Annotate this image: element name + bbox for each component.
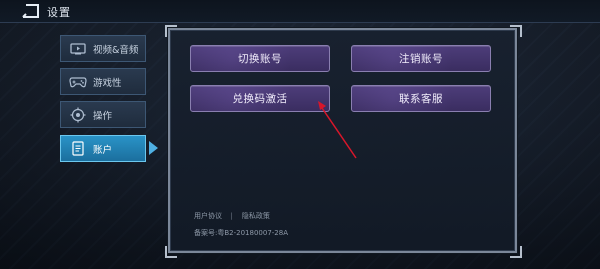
switch-account-button[interactable]: 切换账号: [190, 45, 330, 72]
contact-service-button[interactable]: 联系客服: [351, 85, 491, 112]
gamepad-icon: [69, 75, 87, 89]
panel-corner-decoration: [510, 25, 522, 37]
sidebar-item-gameplay[interactable]: 游戏性: [60, 68, 146, 95]
video-icon: [69, 42, 87, 56]
registration-number: 备案号:粤B2-20180007-28A: [194, 229, 288, 237]
sidebar-item-label: 操作: [93, 110, 113, 122]
target-icon: [69, 107, 87, 122]
footer-links: 用户协议 | 隐私政策: [194, 211, 276, 221]
back-arrow-icon[interactable]: [20, 3, 42, 19]
panel-corner-decoration: [165, 25, 177, 37]
sidebar-item-video-audio[interactable]: 视频&音频: [60, 35, 146, 62]
footer-separator: |: [230, 212, 233, 220]
active-tab-indicator-icon: [149, 141, 158, 155]
sidebar-item-label: 视频&音频: [93, 44, 139, 56]
privacy-policy-link[interactable]: 隐私政策: [242, 212, 270, 220]
panel-corner-decoration: [510, 246, 522, 258]
account-document-icon: [69, 140, 87, 156]
panel-corner-decoration: [165, 246, 177, 258]
sidebar-item-account[interactable]: 账户: [60, 135, 146, 162]
user-agreement-link[interactable]: 用户协议: [194, 212, 222, 220]
sidebar-item-controls[interactable]: 操作: [60, 101, 146, 128]
cancel-account-button[interactable]: 注销账号: [351, 45, 491, 72]
page-title: 设置: [47, 6, 71, 19]
sidebar-item-label: 账户: [93, 144, 113, 156]
redeem-code-button[interactable]: 兑换码激活: [190, 85, 330, 112]
sidebar-item-label: 游戏性: [93, 77, 122, 89]
top-bar: 设置: [0, 0, 600, 23]
